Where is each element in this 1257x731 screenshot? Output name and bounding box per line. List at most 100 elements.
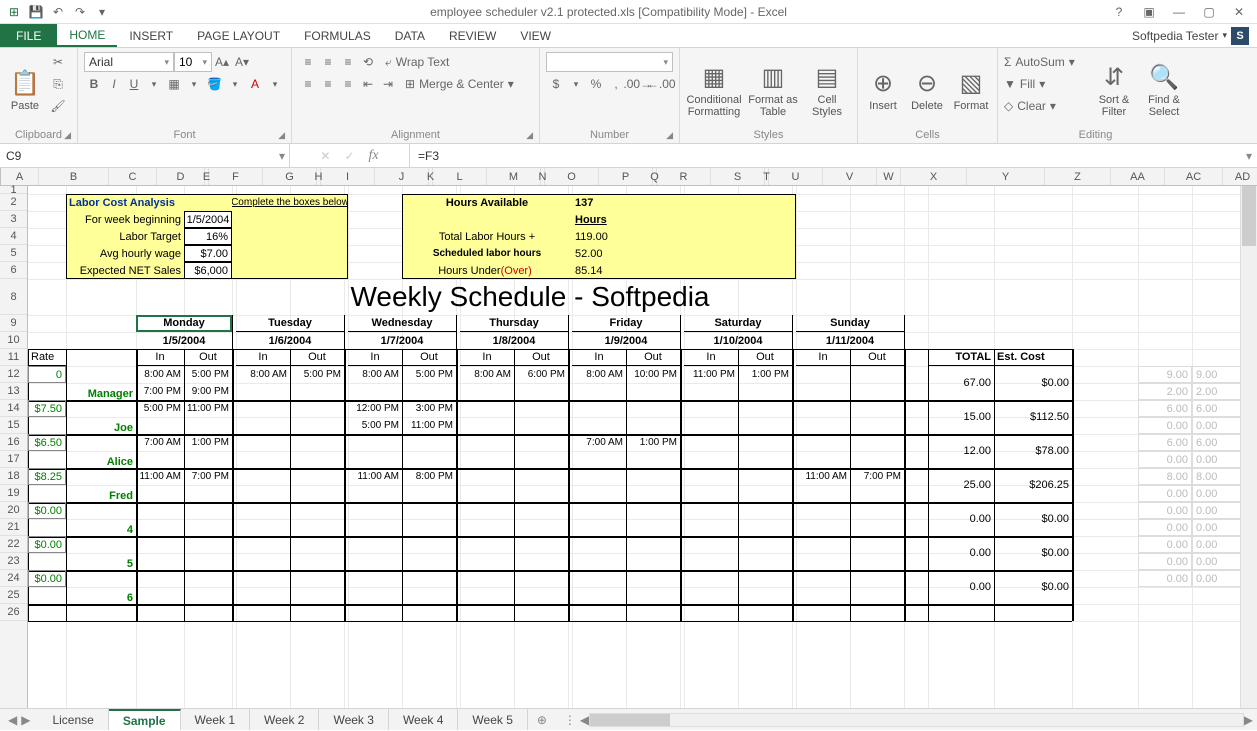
in-header[interactable]: In	[460, 349, 514, 366]
fill-color-button[interactable]: 🪣	[204, 74, 225, 94]
hours-header[interactable]: Hours	[572, 211, 680, 228]
vertical-scrollbar[interactable]	[1240, 186, 1257, 708]
date-header[interactable]: 1/7/2004	[348, 332, 456, 349]
paste-button[interactable]: 📋 Paste	[4, 50, 46, 127]
wage-input[interactable]: $7.00	[184, 245, 232, 262]
time-in[interactable]: 8:00 AM	[136, 366, 184, 383]
out-header[interactable]: Out	[738, 349, 792, 366]
hours-sched[interactable]: 52.00	[572, 245, 680, 262]
expand-formula-icon[interactable]: ▾	[1241, 144, 1257, 167]
time-out[interactable]: 5:00 PM	[184, 366, 232, 383]
launcher-icon[interactable]: ◢	[64, 130, 71, 141]
col-header[interactable]: V	[823, 168, 877, 185]
row-header[interactable]: 4	[0, 228, 27, 245]
row-header[interactable]: 23	[0, 553, 27, 570]
autosum-button[interactable]: Σ AutoSum ▾	[1002, 52, 1088, 72]
in-header[interactable]: In	[684, 349, 738, 366]
employee-name[interactable]: Manager	[66, 366, 136, 400]
tab-pagelayout[interactable]: PAGE LAYOUT	[185, 24, 292, 47]
copy-icon[interactable]: ⎘	[48, 74, 68, 94]
time-out[interactable]: 1:00 PM	[184, 434, 232, 451]
underline-button[interactable]: U	[124, 74, 144, 94]
launcher-icon[interactable]: ◢	[526, 130, 533, 141]
in-header[interactable]: In	[136, 349, 184, 366]
col-header[interactable]: G	[263, 168, 317, 185]
side-cell[interactable]: 8.00	[1138, 468, 1192, 485]
employee-name[interactable]: Fred	[66, 468, 136, 502]
cost-cell[interactable]: $0.00	[994, 366, 1072, 400]
account-name[interactable]: Softpedia Tester	[1132, 29, 1219, 43]
time-in[interactable]: 8:00 AM	[236, 366, 290, 383]
row-header[interactable]: 14	[0, 400, 27, 417]
side-cell[interactable]: 0.00	[1138, 519, 1192, 536]
date-header[interactable]: 1/8/2004	[460, 332, 568, 349]
row-header[interactable]: 17	[0, 451, 27, 468]
side-cell[interactable]: 0.00	[1138, 536, 1192, 553]
label[interactable]: Avg hourly wage	[66, 245, 184, 262]
border-dropdown-icon[interactable]: ▾	[184, 74, 204, 94]
out-header[interactable]: Out	[514, 349, 568, 366]
tab-formulas[interactable]: FORMULAS	[292, 24, 383, 47]
time-out[interactable]: 3:00 PM	[402, 400, 456, 417]
launcher-icon[interactable]: ◢	[666, 130, 673, 141]
col-header[interactable]: F	[209, 168, 263, 185]
col-header[interactable]: M	[487, 168, 541, 185]
col-header[interactable]: U	[769, 168, 823, 185]
sheet-tab-week5[interactable]: Week 5	[458, 709, 527, 730]
font-size-select[interactable]: 10▾	[174, 52, 212, 72]
out-header[interactable]: Out	[626, 349, 680, 366]
undo-icon[interactable]: ↶	[50, 4, 66, 20]
rate-cell[interactable]: $6.50	[28, 434, 66, 451]
row-header[interactable]: 24	[0, 570, 27, 587]
orientation-icon[interactable]: ⟲	[358, 52, 378, 72]
row-header[interactable]: 16	[0, 434, 27, 451]
qat-customize-icon[interactable]: ▾	[94, 4, 110, 20]
side-cell[interactable]: 6.00	[1138, 400, 1192, 417]
in-header[interactable]: In	[236, 349, 290, 366]
labor-target-input[interactable]: 16%	[184, 228, 232, 245]
row-header[interactable]: 11	[0, 349, 27, 366]
day-header[interactable]: Wednesday	[348, 315, 456, 332]
close-icon[interactable]: ✕	[1225, 2, 1253, 22]
row-header[interactable]: 21	[0, 519, 27, 536]
currency-icon[interactable]: $	[546, 74, 566, 94]
save-icon[interactable]: 💾	[28, 4, 44, 20]
rate-cell[interactable]: $7.50	[28, 400, 66, 417]
launcher-icon[interactable]: ◢	[278, 130, 285, 141]
tab-file[interactable]: FILE	[0, 24, 57, 47]
total-cell[interactable]: 67.00	[928, 366, 994, 400]
side-cell[interactable]: 0.00	[1138, 553, 1192, 570]
tab-review[interactable]: REVIEW	[437, 24, 508, 47]
time-in[interactable]: 8:00 AM	[460, 366, 514, 383]
time-out[interactable]: 1:00 PM	[738, 366, 792, 383]
account-dropdown-icon[interactable]: ▾	[1222, 30, 1227, 41]
row-header[interactable]: 25	[0, 587, 27, 604]
sheet-tab-sample[interactable]: Sample	[109, 709, 181, 730]
employee-name[interactable]: 6	[66, 570, 136, 604]
out-header[interactable]: Out	[290, 349, 344, 366]
formula-input[interactable]: =F3	[410, 144, 1241, 167]
row-header[interactable]: 3	[0, 211, 27, 228]
row-header[interactable]: 12	[0, 366, 27, 383]
conditional-formatting-button[interactable]: ▦Conditional Formatting	[684, 50, 744, 127]
cost-cell[interactable]: $206.25	[994, 468, 1072, 502]
wrap-text-button[interactable]: ⤶ Wrap Text	[378, 52, 456, 72]
find-select-button[interactable]: 🔍Find & Select	[1140, 50, 1188, 127]
in-header[interactable]: In	[348, 349, 402, 366]
day-header[interactable]: Friday	[572, 315, 680, 332]
label[interactable]: Total Labor Hours +	[402, 228, 572, 245]
hscroll-right-icon[interactable]: ▶	[1244, 713, 1253, 727]
in-header[interactable]: In	[572, 349, 626, 366]
time-in[interactable]: 7:00 AM	[136, 434, 184, 451]
increase-font-icon[interactable]: A▴	[212, 52, 232, 72]
format-painter-icon[interactable]: 🖌	[48, 96, 68, 116]
hours-avail[interactable]: 137	[572, 194, 680, 211]
hscroll-track[interactable]	[589, 713, 1244, 727]
sheet-nav-next-icon[interactable]: ▶	[21, 713, 30, 727]
total-cell[interactable]: 0.00	[928, 502, 994, 536]
sheet-nav-prev-icon[interactable]: ◀	[8, 713, 17, 727]
fill-button[interactable]: ▼ Fill ▾	[1002, 74, 1088, 94]
tab-data[interactable]: DATA	[383, 24, 437, 47]
font-name-select[interactable]: Arial▾	[84, 52, 174, 72]
cells-grid[interactable]: Labor Cost Analysis(Complete the boxes b…	[28, 186, 1257, 708]
